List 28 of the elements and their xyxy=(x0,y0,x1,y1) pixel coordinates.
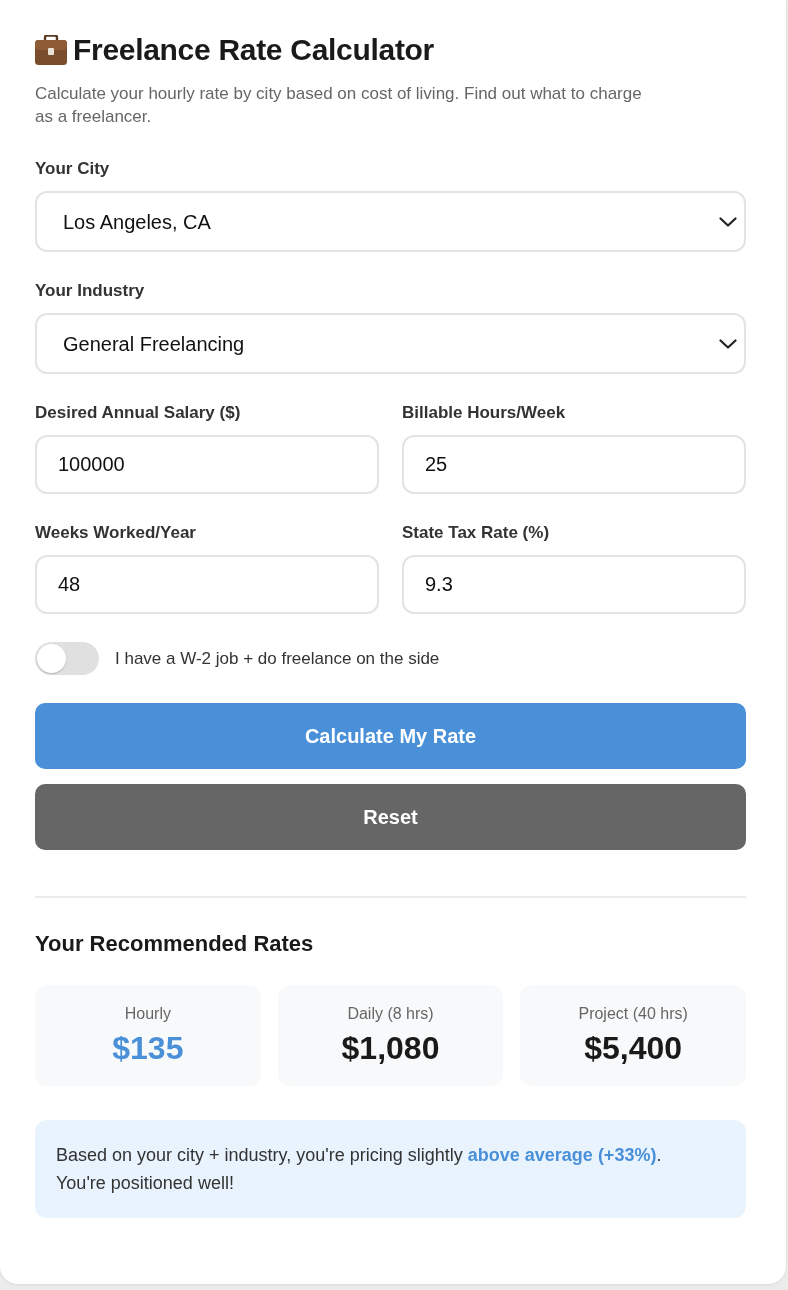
field-label: Your Industry xyxy=(35,280,146,302)
rate-label: Project (40 hrs) xyxy=(577,1004,689,1024)
field-label: Weeks Worked/Year xyxy=(35,522,197,544)
chevron-down-icon xyxy=(719,216,737,227)
page-subtitle: Calculate your hourly rate by city based on cost of living. Find out what to charge as a freelancer. xyxy=(35,83,643,128)
text-input[interactable]: 100000 xyxy=(35,435,379,494)
chevron-down-icon xyxy=(719,338,737,349)
toggle-label: I have a W-2 job + do freelance on the side xyxy=(115,647,440,670)
field-label: Your City xyxy=(35,158,111,180)
section-heading: Your Recommended Rates xyxy=(35,930,315,958)
text-input[interactable]: 48 xyxy=(35,555,379,614)
text-input[interactable]: 9.3 xyxy=(402,555,746,614)
briefcase-icon xyxy=(35,35,67,65)
select-field[interactable]: Los Angeles, CA xyxy=(35,191,746,252)
page-title: Freelance Rate Calculator xyxy=(73,32,434,68)
rate-value: $5,400 xyxy=(583,1029,684,1067)
field-label: Desired Annual Salary ($) xyxy=(35,402,242,424)
field-label: Billable Hours/Week xyxy=(402,402,567,424)
select-field[interactable]: General Freelancing xyxy=(35,313,746,374)
rate-label: Hourly xyxy=(123,1004,172,1024)
rate-value: $135 xyxy=(111,1029,185,1067)
rate-label: Daily (8 hrs) xyxy=(346,1004,435,1024)
reset-button[interactable]: Reset xyxy=(35,784,746,850)
field-label: State Tax Rate (%) xyxy=(402,522,551,544)
info-text: Based on your city + industry, you're pricing slightly above average (+33%). You're positioned well! xyxy=(56,1144,663,1195)
text-input[interactable]: 25 xyxy=(402,435,746,494)
toggle-switch[interactable] xyxy=(35,642,99,675)
rate-value: $1,080 xyxy=(340,1029,441,1067)
